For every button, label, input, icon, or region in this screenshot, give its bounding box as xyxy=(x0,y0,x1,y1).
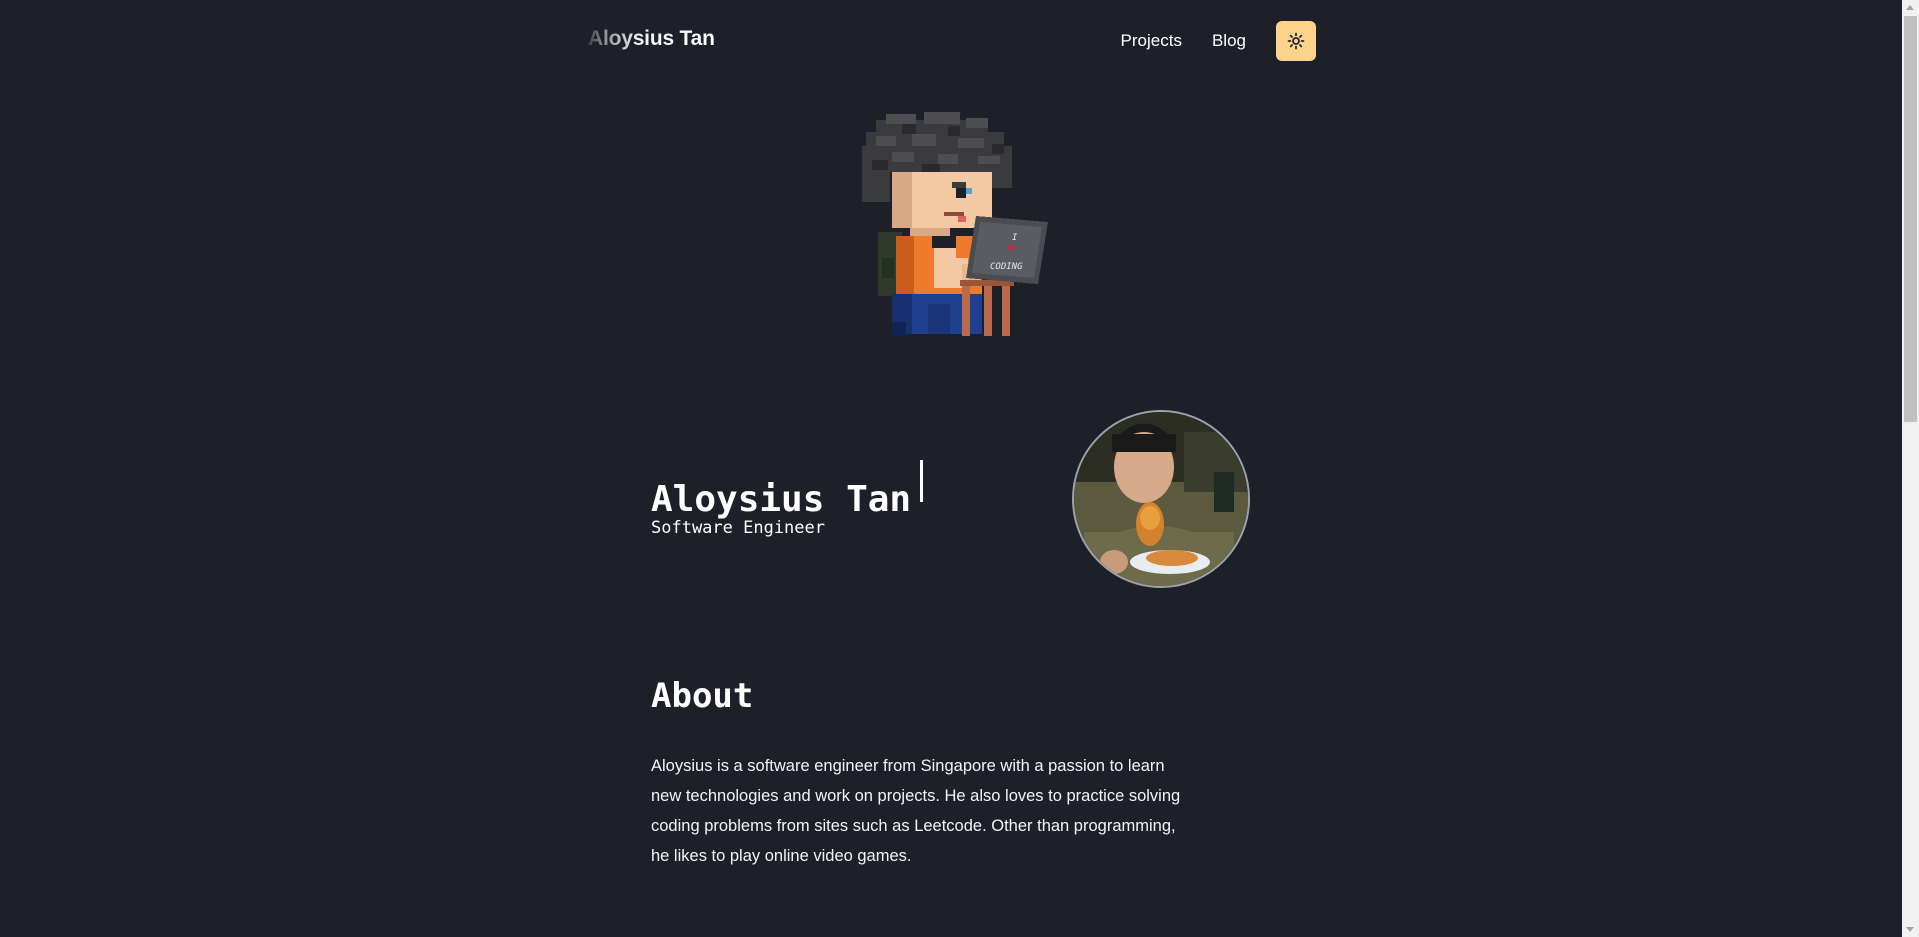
laptop-sticker-text-2: CODING xyxy=(990,262,1023,272)
scroll-down-arrow-icon[interactable] xyxy=(1906,927,1914,932)
brand-logo-link[interactable]: Aloysius Tan xyxy=(588,27,715,51)
nav-link-blog[interactable]: Blog xyxy=(1212,31,1246,51)
about-body: Aloysius is a software engineer from Sin… xyxy=(651,757,1181,865)
main-nav: Projects Blog xyxy=(1121,21,1316,61)
pixel-avatar-illustration: I CODING xyxy=(862,112,1048,336)
sun-icon xyxy=(1287,32,1305,50)
typing-cursor xyxy=(920,460,923,502)
vertical-scrollbar[interactable] xyxy=(1902,0,1919,937)
theme-toggle-button[interactable] xyxy=(1276,21,1316,61)
page: Aloysius Tan Projects Blog I CODING Aloy… xyxy=(0,0,1919,937)
scrollbar-thumb[interactable] xyxy=(1904,16,1917,422)
laptop-sticker-text-1: I xyxy=(1012,233,1018,243)
hero-role: Software Engineer xyxy=(651,518,825,538)
about-heading: About xyxy=(651,676,754,716)
site-header: Aloysius Tan Projects Blog xyxy=(588,0,1316,82)
hero-name: Aloysius Tan xyxy=(651,479,912,521)
profile-photo xyxy=(1072,410,1250,588)
scroll-up-arrow-icon[interactable] xyxy=(1906,5,1914,10)
nav-link-projects[interactable]: Projects xyxy=(1121,31,1182,51)
